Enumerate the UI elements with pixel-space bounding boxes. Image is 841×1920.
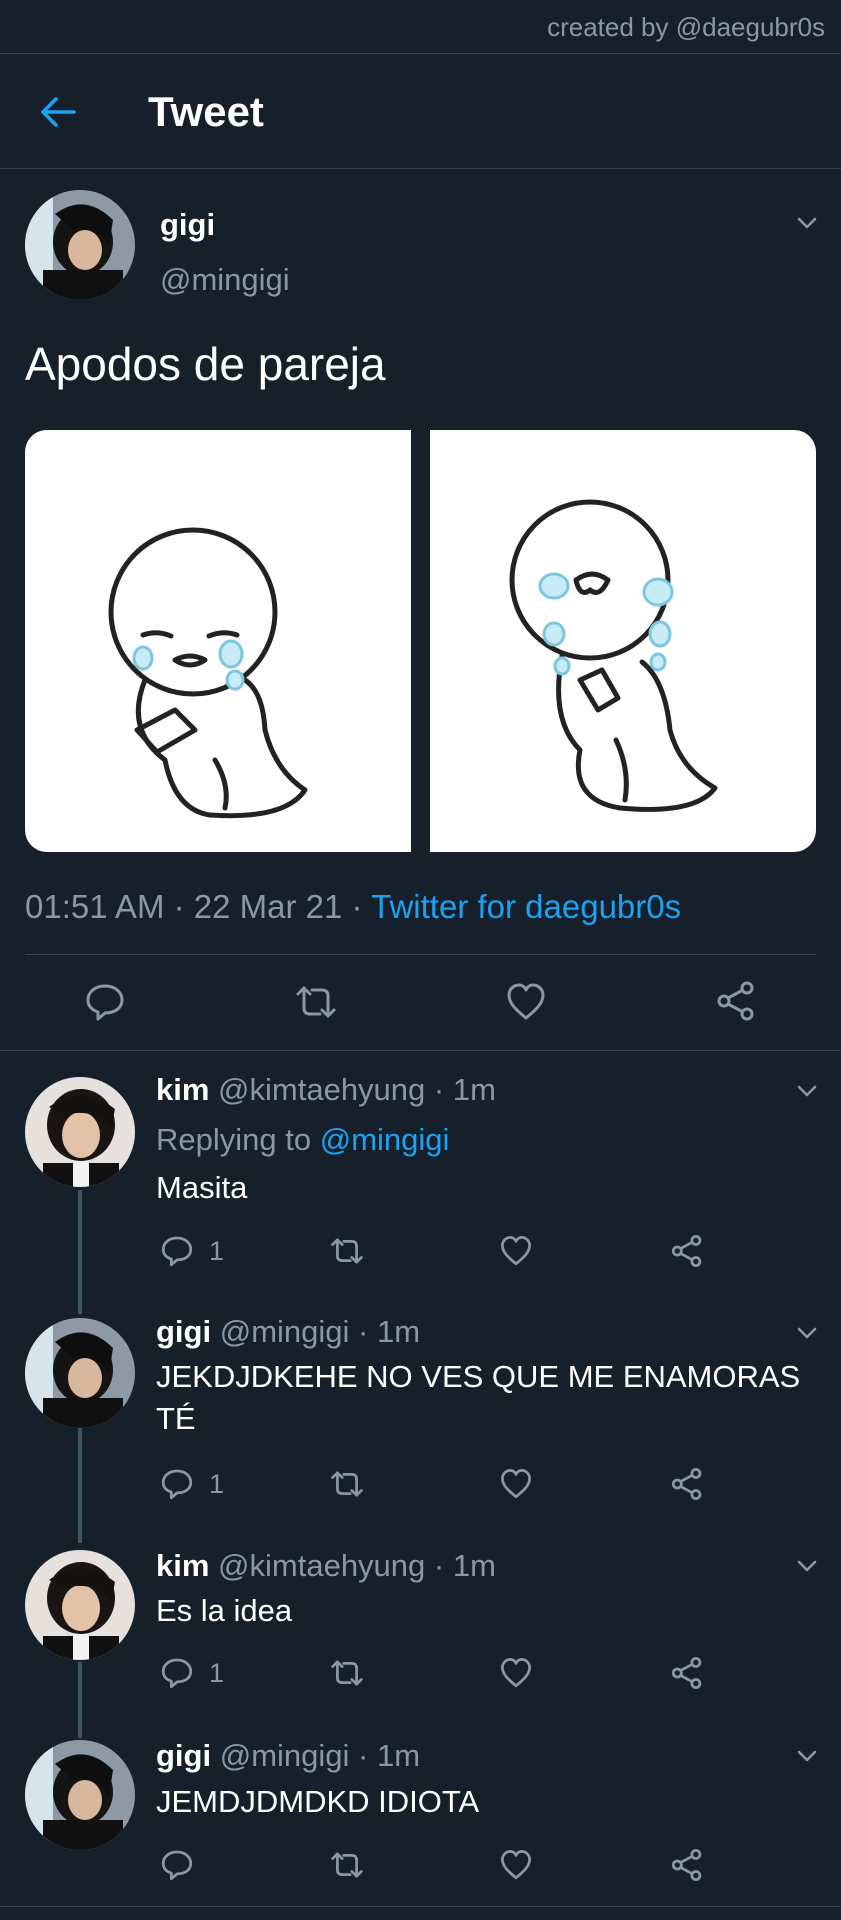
- share-icon[interactable]: [715, 980, 757, 1022]
- heart-icon[interactable]: [499, 1468, 533, 1500]
- chevron-down-icon[interactable]: [794, 1078, 820, 1104]
- avatar[interactable]: [25, 190, 135, 300]
- heart-icon[interactable]: [499, 1235, 533, 1267]
- avatar[interactable]: [25, 1318, 135, 1428]
- reply-text: Masita: [156, 1170, 248, 1205]
- reply-time: · 1m: [358, 1314, 421, 1349]
- retweet-icon[interactable]: [329, 1657, 365, 1689]
- reply-time: · 1m: [433, 1072, 496, 1107]
- reply-author-handle[interactable]: @mingigi: [220, 1314, 350, 1349]
- sobbing-character-illustration: [509, 499, 718, 812]
- replying-to-handle[interactable]: @mingigi: [320, 1122, 450, 1157]
- reply-text-line: JEKDJDKEHE NO VES QUE ME ENAMORAS: [156, 1359, 801, 1394]
- retweet-icon[interactable]: [294, 982, 338, 1022]
- thread-line: [78, 1428, 82, 1543]
- avatar[interactable]: [25, 1550, 135, 1660]
- reply-header: kim @kimtaehyung · 1m: [156, 1072, 496, 1108]
- thread-line: [78, 1190, 82, 1314]
- share-icon[interactable]: [670, 1848, 704, 1882]
- reply-header: kim @kimtaehyung · 1m: [156, 1548, 496, 1584]
- tweet-image-right[interactable]: [430, 430, 816, 852]
- replying-to: Replying to @mingigi: [156, 1122, 449, 1158]
- reply-author-handle[interactable]: @kimtaehyung: [218, 1548, 425, 1583]
- reply-time: · 1m: [358, 1738, 421, 1773]
- thread-line: [78, 1662, 82, 1738]
- retweet-icon[interactable]: [329, 1468, 365, 1500]
- reply-header: gigi @mingigi · 1m: [156, 1738, 420, 1774]
- reply-icon[interactable]: [160, 1467, 194, 1501]
- author-name[interactable]: gigi: [160, 207, 215, 243]
- reply-icon[interactable]: [160, 1656, 194, 1690]
- heart-icon[interactable]: [505, 982, 547, 1022]
- reply-text: Es la idea: [156, 1593, 293, 1628]
- chevron-down-icon[interactable]: [794, 1553, 820, 1579]
- author-handle[interactable]: @mingigi: [160, 262, 290, 298]
- reply-author-handle[interactable]: @mingigi: [220, 1738, 350, 1773]
- reply-author-handle[interactable]: @kimtaehyung: [218, 1072, 425, 1107]
- replying-to-label: Replying to: [156, 1122, 312, 1157]
- chevron-down-icon[interactable]: [794, 1743, 820, 1769]
- bottom-divider: [0, 1906, 841, 1907]
- meta-separator: ·: [173, 888, 185, 925]
- tweet-source-link[interactable]: Twitter for daegubr0s: [371, 888, 681, 925]
- chevron-down-icon[interactable]: [794, 210, 820, 236]
- tweet-time: 01:51 AM: [25, 888, 165, 925]
- share-icon[interactable]: [670, 1656, 704, 1690]
- reply-icon[interactable]: [160, 1234, 194, 1268]
- tweet-date: 22 Mar 21: [193, 888, 343, 925]
- crying-character-illustration: [108, 527, 308, 819]
- reply-icon[interactable]: [84, 981, 126, 1023]
- share-icon[interactable]: [670, 1234, 704, 1268]
- avatar[interactable]: [25, 1077, 135, 1187]
- retweet-icon[interactable]: [329, 1235, 365, 1267]
- reply-author-name[interactable]: gigi: [156, 1314, 211, 1349]
- watermark: created by @daegubr0s: [547, 12, 825, 42]
- reply-count: 1: [209, 1658, 225, 1688]
- meta-separator: ·: [351, 888, 363, 925]
- reply-text: JEMDJDMDKD IDIOTA: [156, 1784, 480, 1819]
- reply-header: gigi @mingigi · 1m: [156, 1314, 420, 1350]
- tweet-meta: 01:51 AM · 22 Mar 21 · Twitter for daegu…: [25, 888, 681, 926]
- reply-time: · 1m: [433, 1548, 496, 1583]
- page-title: Tweet: [148, 88, 264, 135]
- reply-author-name[interactable]: kim: [156, 1548, 209, 1583]
- tweet-image-left[interactable]: [25, 430, 411, 852]
- share-icon[interactable]: [670, 1467, 704, 1501]
- heart-icon[interactable]: [499, 1849, 533, 1881]
- reply-count: 1: [209, 1236, 225, 1266]
- avatar[interactable]: [25, 1740, 135, 1850]
- top-divider: [0, 53, 841, 54]
- chevron-down-icon[interactable]: [794, 1320, 820, 1346]
- actions-divider: [0, 1050, 841, 1051]
- reply-count: 1: [209, 1469, 225, 1499]
- retweet-icon[interactable]: [329, 1849, 365, 1881]
- header-divider: [0, 168, 841, 169]
- back-arrow-icon[interactable]: [38, 92, 78, 132]
- tweet-text: Apodos de pareja: [25, 338, 386, 390]
- meta-divider: [25, 954, 816, 955]
- reply-author-name[interactable]: kim: [156, 1072, 209, 1107]
- reply-icon[interactable]: [160, 1848, 194, 1882]
- reply-text-line: TÉ: [156, 1401, 196, 1436]
- reply-author-name[interactable]: gigi: [156, 1738, 211, 1773]
- heart-icon[interactable]: [499, 1657, 533, 1689]
